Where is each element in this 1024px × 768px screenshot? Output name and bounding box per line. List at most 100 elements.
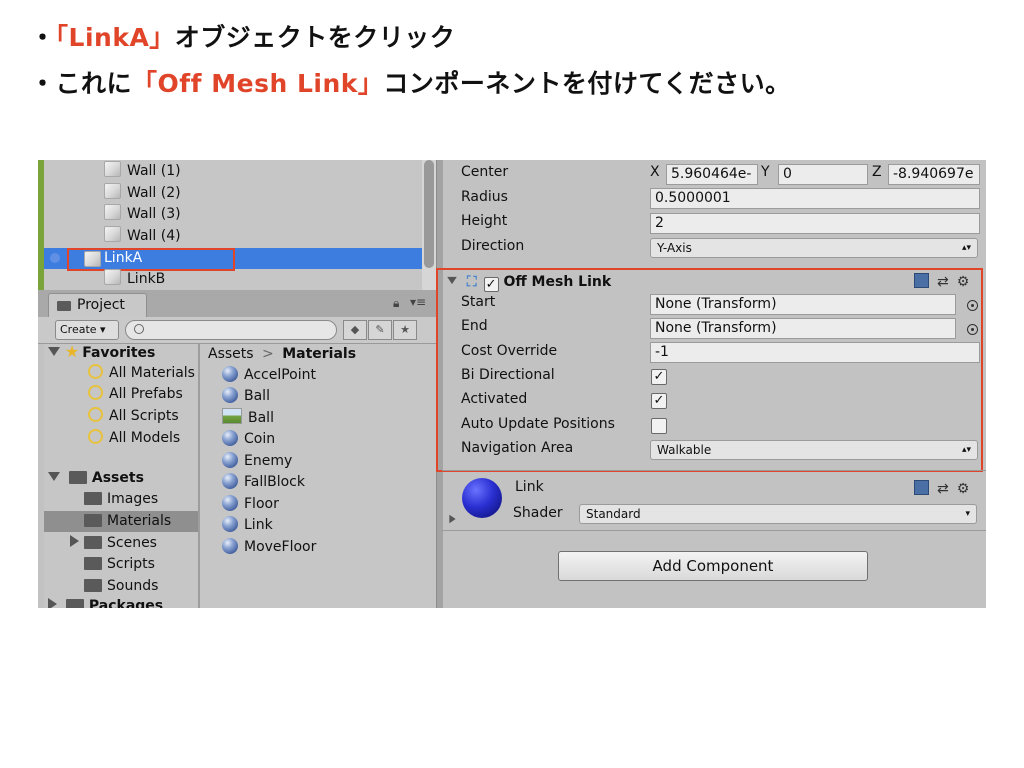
hierarchy-item[interactable]: Wall (4) bbox=[104, 226, 181, 247]
asset-item[interactable]: Link bbox=[222, 515, 273, 536]
saved-search-icon bbox=[88, 429, 103, 444]
panel-menu-icon[interactable]: ▾≡ bbox=[410, 295, 426, 309]
asset-item[interactable]: FallBlock bbox=[222, 472, 305, 493]
lock-icon[interactable]: 🔒︎ bbox=[393, 296, 399, 311]
activated-checkbox[interactable]: ✓ bbox=[651, 393, 667, 409]
filter-by-label-icon[interactable]: ✎ bbox=[368, 320, 392, 340]
scrollbar-thumb[interactable] bbox=[424, 160, 434, 268]
cost-override-field[interactable]: -1 bbox=[650, 342, 980, 363]
asset-item[interactable]: Enemy bbox=[222, 451, 292, 472]
dropdown-arrow-icon: ▴▾ bbox=[961, 445, 971, 455]
component-divider bbox=[442, 470, 986, 471]
end-field[interactable]: None (Transform) bbox=[650, 318, 956, 339]
tree-favorites[interactable]: ★ Favorites bbox=[48, 341, 155, 362]
radius-field[interactable]: 0.5000001 bbox=[650, 188, 980, 209]
asset-item[interactable]: AccelPoint bbox=[222, 365, 316, 386]
hierarchy-item[interactable]: Wall (3) bbox=[104, 204, 181, 225]
asset-item[interactable]: Ball bbox=[222, 408, 274, 429]
center-x-field[interactable]: 5.960464e- bbox=[666, 164, 758, 185]
gear-icon[interactable]: ⚙ bbox=[957, 481, 970, 497]
presets-icon[interactable]: ⇄ bbox=[937, 481, 949, 497]
folder-icon bbox=[84, 492, 102, 505]
project-search-input[interactable] bbox=[125, 320, 337, 340]
bi-directional-label: Bi Directional bbox=[461, 367, 555, 383]
tree-item[interactable]: All Scripts bbox=[88, 406, 179, 427]
help-book-icon[interactable] bbox=[914, 480, 929, 495]
favorite-star-icon[interactable]: ★ bbox=[393, 320, 417, 340]
material-foldout-icon[interactable] bbox=[449, 514, 456, 524]
breadcrumb-root[interactable]: Assets bbox=[208, 346, 254, 362]
shader-label: Shader bbox=[513, 505, 563, 521]
center-y-field[interactable]: 0 bbox=[778, 164, 868, 185]
center-y-label: Y bbox=[761, 164, 770, 180]
tree-item[interactable]: All Models bbox=[88, 428, 180, 449]
hierarchy-item[interactable]: Wall (2) bbox=[104, 183, 181, 204]
center-z-field[interactable]: -8.940697e bbox=[888, 164, 980, 185]
tree-assets[interactable]: Assets bbox=[48, 468, 144, 489]
navigation-area-dropdown[interactable]: Walkable ▴▾ bbox=[650, 440, 978, 460]
asset-item[interactable]: Coin bbox=[222, 429, 275, 450]
object-picker-icon[interactable] bbox=[967, 324, 978, 335]
add-component-button[interactable]: Add Component bbox=[558, 551, 868, 581]
tree-packages[interactable]: Packages bbox=[48, 596, 163, 608]
breadcrumb-current[interactable]: Materials bbox=[282, 346, 356, 362]
start-field[interactable]: None (Transform) bbox=[650, 294, 956, 315]
breadcrumb: Assets > Materials bbox=[208, 346, 356, 362]
object-picker-icon[interactable] bbox=[967, 300, 978, 311]
tree-item[interactable]: All Materials bbox=[88, 363, 195, 384]
folder-icon bbox=[84, 514, 102, 527]
folder-icon bbox=[84, 579, 102, 592]
saved-search-icon bbox=[88, 385, 103, 400]
height-field[interactable]: 2 bbox=[650, 213, 980, 234]
asset-item[interactable]: Ball bbox=[222, 386, 270, 407]
cost-override-label: Cost Override bbox=[461, 343, 558, 359]
instruction-line-1: ・「LinkA」オブジェクトをクリック bbox=[30, 18, 455, 54]
asset-item[interactable]: Floor bbox=[222, 494, 279, 515]
filter-by-type-icon[interactable]: ◆ bbox=[343, 320, 367, 340]
gear-icon[interactable]: ⚙ bbox=[957, 274, 970, 290]
gameobject-icon bbox=[104, 269, 121, 285]
hierarchy-scrollbar[interactable] bbox=[422, 160, 436, 290]
folder-icon bbox=[84, 536, 102, 549]
component-header-icons: ⇄ ⚙ bbox=[914, 273, 969, 290]
create-button[interactable]: Create ▾ bbox=[55, 320, 119, 340]
tree-folder-selected[interactable]: Materials bbox=[84, 511, 171, 532]
hierarchy-item[interactable]: Wall (1) bbox=[104, 161, 181, 182]
tab-project[interactable]: Project bbox=[48, 293, 147, 318]
collapse-arrow-icon[interactable] bbox=[70, 535, 79, 547]
center-x-label: X bbox=[650, 164, 660, 180]
direction-dropdown[interactable]: Y-Axis ▴▾ bbox=[650, 238, 978, 258]
unity-editor-screenshot: Wall (1) Wall (2) Wall (3) Wall (4) Link… bbox=[38, 160, 986, 608]
collapse-arrow-icon[interactable] bbox=[48, 598, 57, 608]
auto-update-positions-checkbox[interactable] bbox=[651, 418, 667, 434]
visibility-eye-icon[interactable] bbox=[50, 253, 60, 263]
gameobject-icon bbox=[104, 183, 121, 199]
bi-directional-checkbox[interactable]: ✓ bbox=[651, 369, 667, 385]
material-icon bbox=[222, 495, 238, 511]
help-book-icon[interactable] bbox=[914, 273, 929, 288]
foldout-arrow-icon[interactable] bbox=[447, 276, 457, 285]
tree-item[interactable]: All Prefabs bbox=[88, 384, 183, 405]
expand-arrow-icon[interactable] bbox=[48, 472, 60, 481]
material-preview bbox=[462, 478, 502, 518]
linka-highlight-box bbox=[67, 248, 235, 271]
tree-folder[interactable]: Sounds bbox=[84, 576, 158, 597]
expand-arrow-icon[interactable] bbox=[48, 347, 60, 356]
direction-label: Direction bbox=[461, 238, 525, 254]
hierarchy-item[interactable]: LinkB bbox=[104, 269, 165, 290]
tree-folder[interactable]: Images bbox=[84, 489, 158, 510]
off-mesh-link-header[interactable]: ⛶ ✓ Off Mesh Link bbox=[446, 271, 611, 293]
asset-item[interactable]: MoveFloor bbox=[222, 537, 316, 558]
gameobject-icon bbox=[104, 226, 121, 242]
gameobject-icon bbox=[104, 204, 121, 220]
tree-folder[interactable]: Scenes bbox=[70, 533, 157, 554]
shader-dropdown[interactable]: Standard ▾ bbox=[579, 504, 977, 524]
navigation-area-label: Navigation Area bbox=[461, 440, 574, 456]
tree-folder[interactable]: Scripts bbox=[84, 554, 155, 575]
material-icon bbox=[222, 387, 238, 403]
instruction-text-pre: これに bbox=[55, 69, 133, 98]
component-enabled-checkbox[interactable]: ✓ bbox=[483, 277, 499, 292]
highlight-linka: 「LinkA」 bbox=[55, 23, 175, 52]
presets-icon[interactable]: ⇄ bbox=[937, 274, 949, 290]
dropdown-arrow-icon: ▴▾ bbox=[961, 243, 971, 253]
